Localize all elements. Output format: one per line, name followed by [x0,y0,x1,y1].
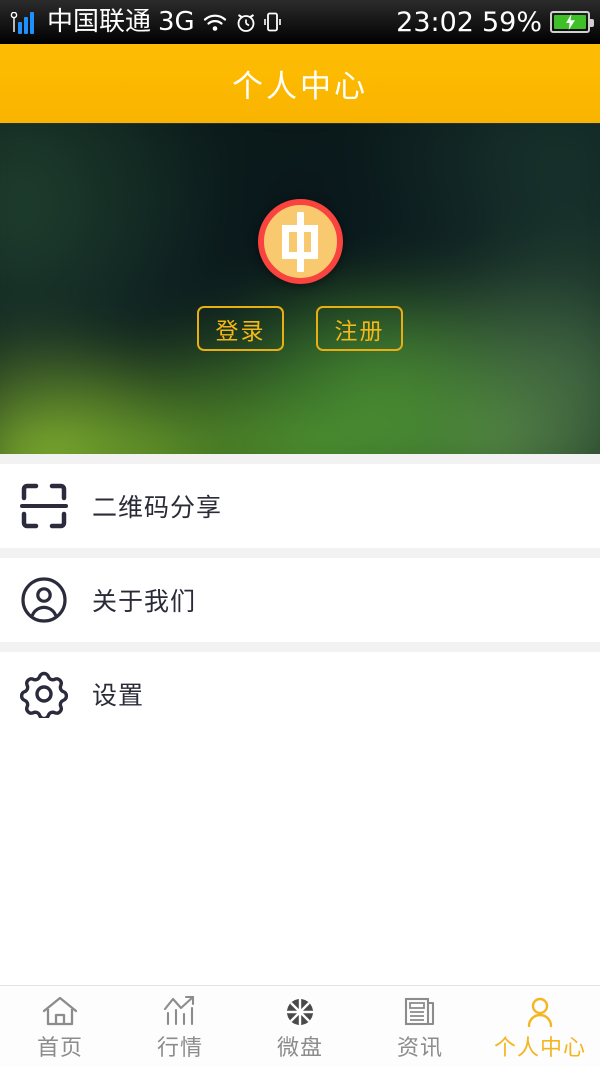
avatar[interactable] [257,199,343,284]
status-bar-right: 23:02 59% [396,6,594,38]
profile-hero: 登录 注册 [0,124,600,454]
tab-label: 资讯 [396,1036,443,1061]
clock-time: 23:02 [396,6,474,38]
empty-content-area [0,736,600,1020]
tab-label: 个人中心 [493,1036,586,1061]
network-type: 3G [158,7,195,37]
list-divider [0,454,600,464]
tab-label: 行情 [156,1036,203,1061]
list-divider [0,548,600,558]
menu-item-settings[interactable]: 设置 [0,652,600,736]
scan-qr-icon [18,480,70,532]
page-title: 个人中心 [232,69,368,105]
tab-news[interactable]: 资讯 [360,986,480,1067]
tab-label: 微盘 [276,1036,323,1061]
tab-micro-disk[interactable]: 微盘 [240,986,360,1067]
alarm-icon [237,14,255,32]
page-header: 个人中心 [0,44,600,124]
avatar-candle-body [282,224,318,259]
tab-label: 首页 [36,1036,83,1061]
status-bar-left: 中国联通 3G [10,9,281,35]
lightning-bolt-icon [565,14,575,30]
menu-item-about-us[interactable]: 关于我们 [0,558,600,642]
register-button[interactable]: 注册 [316,306,403,351]
auth-buttons: 登录 注册 [197,306,403,351]
list-divider [0,642,600,652]
person-icon [522,991,558,1027]
menu-item-label: 设置 [92,681,145,710]
gear-icon [18,668,70,720]
status-bar: 中国联通 3G 23:02 59% [0,0,600,44]
menu-item-label: 关于我们 [92,587,197,616]
menu-item-qr-share[interactable]: 二维码分享 [0,464,600,548]
carrier-name: 中国联通 [47,7,152,37]
hero-content: 登录 注册 [0,124,600,454]
trend-chart-icon [162,991,198,1027]
news-document-icon [402,991,438,1027]
antenna-icon [10,12,18,32]
menu-item-label: 二维码分享 [92,493,223,522]
bottom-navigation: 首页 行情 微盘 资讯 个人中心 [0,985,600,1067]
vibrate-icon [263,12,281,32]
login-button[interactable]: 登录 [197,306,284,351]
wifi-icon [203,14,226,31]
user-circle-icon [18,574,70,626]
app-screen: 中国联通 3G 23:02 59% 个人中心 登录 注册 二维码分享 关于我们 … [0,0,600,1067]
signal-bars-icon [10,10,40,34]
tab-home[interactable]: 首页 [0,986,120,1067]
tab-market[interactable]: 行情 [120,986,240,1067]
home-icon [42,991,78,1027]
battery-percent: 59% [481,6,542,38]
battery-charging-icon [550,11,594,33]
pie-wheel-icon [282,991,318,1027]
tab-profile[interactable]: 个人中心 [480,986,600,1067]
menu-list: 二维码分享 关于我们 设置 [0,454,600,736]
